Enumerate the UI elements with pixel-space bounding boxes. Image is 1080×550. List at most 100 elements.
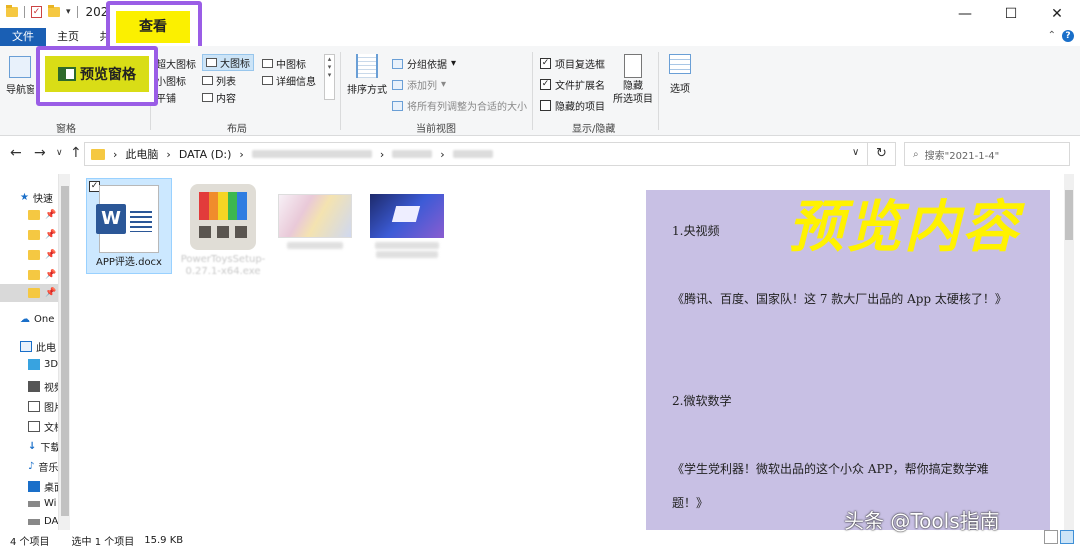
new-folder-icon[interactable] [48, 5, 60, 17]
group-by-button[interactable]: 分组依据 ▾ [392, 56, 456, 71]
large-icons-view-icon[interactable] [1060, 530, 1074, 544]
preview-overlay-title: 预览内容 [788, 195, 1020, 260]
file-name: APP评选.docx [96, 257, 162, 268]
document-icon [28, 421, 40, 432]
navigation-pane-button[interactable]: 导航窗格 [6, 56, 34, 96]
address-dropdown-icon[interactable]: ∨ [852, 147, 859, 158]
forward-icon[interactable]: → [34, 145, 46, 161]
folder-icon [28, 288, 40, 298]
sidebar-item-downloads[interactable]: ↓ 下载 [28, 439, 60, 454]
breadcrumb-this-pc[interactable]: 此电脑 [125, 146, 158, 162]
properties-icon[interactable]: ✓ [31, 6, 42, 18]
preview-line: 题！》 [672, 496, 709, 510]
video-icon [28, 381, 40, 392]
up-icon[interactable]: ↑ [70, 145, 82, 161]
navigation-pane: ★ 快速 📌 📌 📌 📌 📌 ☁ One 此电 3D 视频 图片 文档 ↓ 下载 ♪ 音… [0, 174, 70, 530]
preview-pane-button[interactable]: 预览窗格 [45, 56, 149, 92]
hide-selected-button[interactable]: 隐藏 所选项目 [612, 54, 654, 106]
layout-small-icons[interactable]: 小图标 [156, 73, 186, 88]
checkbox-empty-icon [540, 100, 551, 111]
sidebar-item-music[interactable]: ♪ 音乐 [28, 459, 58, 474]
hidden-items-toggle[interactable]: 隐藏的项目 [540, 98, 605, 113]
breadcrumb-blurred[interactable] [392, 150, 433, 158]
group-by-icon [392, 58, 403, 69]
tab-view[interactable]: 查看 [116, 11, 190, 43]
sidebar-item-pinned[interactable] [28, 250, 40, 260]
file-item[interactable]: ✓ W APP评选.docx [86, 178, 172, 274]
file-item[interactable] [272, 178, 358, 249]
pin-icon: 📌 [45, 288, 57, 298]
refresh-button[interactable]: ↻ [868, 142, 896, 166]
layout-tiles[interactable]: 平铺 [156, 90, 176, 105]
layout-medium-icons[interactable]: 中图标 [262, 56, 306, 71]
tab-view-highlight[interactable]: 查看 [106, 1, 202, 51]
separator [76, 6, 78, 18]
item-checkboxes-toggle[interactable]: ✓ 项目复选框 [540, 56, 605, 71]
sidebar-item-quick-access[interactable]: ★ 快速 [20, 190, 53, 205]
options-icon [669, 54, 691, 74]
options-button[interactable]: 选项 [666, 54, 694, 95]
sort-icon [356, 54, 378, 78]
pin-icon: 📌 [45, 230, 57, 240]
add-column-button[interactable]: 添加列 ▾ [392, 77, 446, 92]
scrollbar-thumb[interactable] [61, 186, 69, 516]
search-box[interactable]: ⌕ 搜索"2021-1-4" [904, 142, 1070, 166]
layout-xl-icons[interactable]: 超大图标 [156, 56, 196, 71]
sidebar-item-onedrive[interactable]: ☁ One [20, 314, 54, 325]
file-item[interactable]: PowerToysSetup-0.27.1-x64.exe [180, 178, 266, 278]
layout-large-icons[interactable]: 大图标 [202, 54, 254, 71]
minimize-button[interactable]: — [942, 0, 988, 28]
layout-details[interactable]: 详细信息 [262, 73, 316, 88]
powertoys-icon [190, 184, 256, 250]
computer-icon [20, 341, 32, 352]
divider [658, 52, 659, 130]
close-button[interactable]: ✕ [1034, 0, 1080, 28]
breadcrumb-drive[interactable]: DATA (D:) [179, 148, 232, 161]
folder-icon [6, 5, 18, 17]
image-thumbnail [278, 194, 352, 238]
cube-icon [28, 359, 40, 370]
back-icon[interactable]: ← [10, 145, 22, 161]
layout-gallery-scroll[interactable]: ▴ ▾ ▾ [324, 54, 335, 100]
sidebar-item-pinned[interactable] [28, 270, 40, 280]
breadcrumb-blurred[interactable] [251, 150, 372, 158]
collapse-ribbon-icon[interactable]: ⌃ [1048, 30, 1056, 41]
sidebar-item-pinned[interactable] [28, 210, 40, 220]
cloud-icon: ☁ [20, 314, 30, 325]
preview-pane-highlight[interactable]: 预览窗格 [36, 46, 158, 106]
image-thumbnail [370, 194, 444, 238]
file-extensions-toggle[interactable]: ✓ 文件扩展名 [540, 77, 605, 92]
tab-home[interactable]: 主页 [52, 28, 84, 46]
fit-columns-button[interactable]: 将所有列调整为合适的大小 [392, 98, 527, 113]
layout-list[interactable]: 列表 [202, 73, 236, 88]
file-item[interactable] [364, 178, 450, 258]
search-icon: ⌕ [913, 148, 919, 160]
breadcrumb-blurred[interactable] [452, 150, 493, 158]
sidebar-scrollbar[interactable] [58, 174, 70, 530]
maximize-button[interactable]: ☐ [988, 0, 1034, 28]
separator [24, 6, 25, 18]
hide-selected-icon [624, 54, 642, 78]
sidebar-item-this-pc[interactable]: 此电 [20, 339, 56, 354]
help-icon[interactable]: ? [1062, 30, 1074, 42]
scrollbar-thumb[interactable] [1065, 190, 1073, 240]
search-placeholder: 搜索"2021-1-4" [924, 150, 1000, 162]
sidebar-item-data-drive[interactable]: DA [28, 516, 58, 527]
preview-scrollbar[interactable] [1064, 174, 1074, 530]
sidebar-item-pinned[interactable] [28, 288, 40, 298]
file-name-blurred [375, 242, 439, 249]
sidebar-item-3d[interactable]: 3D [28, 359, 58, 370]
address-bar[interactable]: › 此电脑 › DATA (D:) › › › [84, 142, 868, 166]
sidebar-item-pinned[interactable] [28, 230, 40, 240]
customize-dropdown-icon[interactable]: ▾ [66, 7, 71, 17]
preview-line: 2.微软数学 [672, 394, 732, 408]
tab-file[interactable]: 文件 [0, 28, 46, 46]
recent-locations-icon[interactable]: ∨ [56, 148, 63, 158]
sort-by-button[interactable]: 排序方式 [346, 54, 388, 96]
address-bar-row: ← → ∨ ↑ › 此电脑 › DATA (D:) › › › ∨ ↻ ⌕ 搜索… [0, 139, 1080, 169]
folder-icon [28, 250, 40, 260]
layout-content[interactable]: 内容 [202, 90, 236, 105]
view-toggle [1044, 530, 1074, 544]
details-view-icon[interactable] [1044, 530, 1058, 544]
sidebar-item-windows-drive[interactable]: Wi [28, 498, 56, 509]
